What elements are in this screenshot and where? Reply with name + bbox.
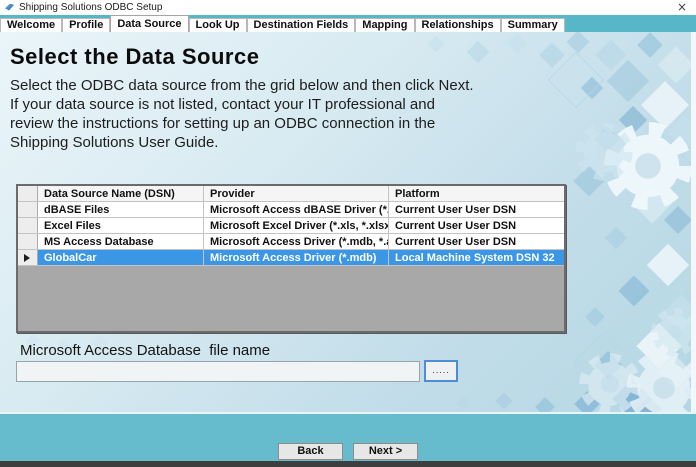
footer-bar: Back Next >	[0, 412, 696, 461]
tab-look-up[interactable]: Look Up	[188, 18, 247, 32]
page-title: Select the Data Source	[10, 44, 260, 69]
cell-provider[interactable]: Microsoft Access Driver (*.mdb)	[204, 250, 389, 265]
cell-platform[interactable]: Current User User DSN	[389, 218, 564, 233]
cell-platform[interactable]: Local Machine System DSN 32	[389, 250, 564, 265]
column-header-dsn[interactable]: Data Source Name (DSN)	[38, 186, 204, 201]
row-selector[interactable]	[18, 218, 38, 233]
description-line: Shipping Solutions User Guide.	[10, 134, 219, 151]
window-title: Shipping Solutions ODBC Setup	[19, 2, 163, 13]
file-name-label: Microsoft Access Database file name	[20, 342, 271, 359]
table-row[interactable]: dBASE Files Microsoft Access dBASE Drive…	[18, 202, 564, 218]
description-line: If your data source is not listed, conta…	[10, 96, 435, 113]
cell-provider[interactable]: Microsoft Access Driver (*.mdb, *.acc...	[204, 234, 389, 249]
back-button[interactable]: Back	[278, 443, 343, 460]
tab-profile[interactable]: Profile	[62, 18, 111, 32]
grid-selector-header	[18, 186, 38, 201]
cell-platform[interactable]: Current User User DSN	[389, 234, 564, 249]
cell-dsn[interactable]: MS Access Database	[38, 234, 204, 249]
cell-platform[interactable]: Current User User DSN	[389, 202, 564, 217]
odbc-setup-window: { "window": { "title": "Shipping Solutio…	[0, 0, 696, 467]
title-bar: Shipping Solutions ODBC Setup ×	[0, 0, 696, 15]
tab-strip: Welcome Profile Data Source Look Up Dest…	[0, 15, 696, 32]
row-selector[interactable]	[18, 202, 38, 217]
tab-summary[interactable]: Summary	[500, 18, 565, 32]
cell-provider[interactable]: Microsoft Access dBASE Driver (*.dbf...	[204, 202, 389, 217]
description-line: Select the ODBC data source from the gri…	[10, 77, 474, 94]
row-selector-current[interactable]	[18, 250, 38, 265]
description-line: review the instructions for setting up a…	[10, 115, 436, 132]
tab-data-source[interactable]: Data Source	[110, 15, 189, 32]
grid-header-row: Data Source Name (DSN) Provider Platform	[18, 186, 564, 202]
cell-dsn[interactable]: dBASE Files	[38, 202, 204, 217]
cell-provider[interactable]: Microsoft Excel Driver (*.xls, *.xlsx, *…	[204, 218, 389, 233]
content-area: Select the Data Source Select the ODBC d…	[0, 32, 696, 412]
bottom-strip	[0, 461, 696, 467]
cell-dsn[interactable]: GlobalCar	[38, 250, 204, 265]
table-row[interactable]: MS Access Database Microsoft Access Driv…	[18, 234, 564, 250]
data-source-grid: Data Source Name (DSN) Provider Platform…	[16, 184, 566, 333]
tab-mapping[interactable]: Mapping	[355, 18, 415, 32]
app-icon	[4, 3, 15, 13]
browse-button[interactable]: .....	[424, 360, 458, 382]
close-icon[interactable]: ×	[675, 0, 689, 14]
tab-destination-fields[interactable]: Destination Fields	[246, 18, 356, 32]
table-row[interactable]: Excel Files Microsoft Excel Driver (*.xl…	[18, 218, 564, 234]
current-row-arrow-icon	[24, 254, 30, 262]
column-header-provider[interactable]: Provider	[204, 186, 389, 201]
table-row-selected[interactable]: GlobalCar Microsoft Access Driver (*.mdb…	[18, 250, 564, 266]
cell-dsn[interactable]: Excel Files	[38, 218, 204, 233]
file-name-input[interactable]	[16, 361, 420, 382]
next-button[interactable]: Next >	[353, 443, 418, 460]
tab-relationships[interactable]: Relationships	[414, 18, 501, 32]
page-description: Select the ODBC data source from the gri…	[10, 76, 474, 152]
tab-welcome[interactable]: Welcome	[0, 18, 63, 32]
row-selector[interactable]	[18, 234, 38, 249]
column-header-platform[interactable]: Platform	[389, 186, 564, 201]
